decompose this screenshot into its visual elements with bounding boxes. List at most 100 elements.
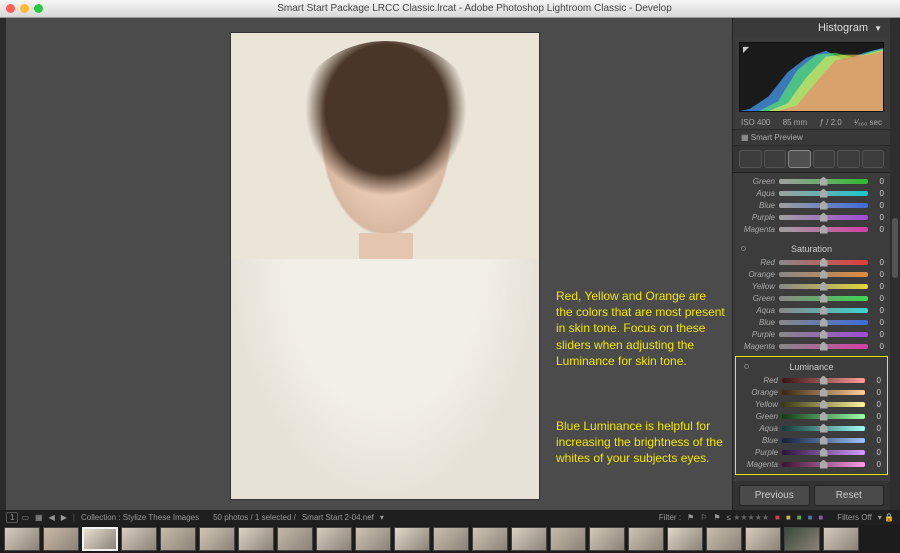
filmstrip-thumbnail[interactable] — [472, 527, 508, 551]
target-adjust-icon[interactable] — [744, 364, 749, 369]
slider-thumb-icon[interactable] — [820, 270, 828, 279]
saturation-slider-purple[interactable]: Purple0 — [739, 328, 884, 340]
smart-preview-badge[interactable]: ▦ Smart Preview — [733, 129, 890, 146]
filmstrip-thumbnail[interactable] — [121, 527, 157, 551]
slider-track[interactable] — [782, 426, 865, 431]
filmstrip-thumbnail[interactable] — [550, 527, 586, 551]
color-label-green-icon[interactable]: ■ — [797, 513, 802, 522]
slider-thumb-icon[interactable] — [820, 342, 828, 351]
hue-slider-blue[interactable]: Blue0 — [739, 199, 884, 211]
right-scrollbar[interactable] — [890, 18, 900, 510]
filmstrip-thumbnail[interactable] — [160, 527, 196, 551]
slider-thumb-icon[interactable] — [820, 436, 828, 445]
hue-slider-aqua[interactable]: Aqua0 — [739, 187, 884, 199]
flag-filter-rejected-icon[interactable]: ⚑ — [713, 513, 720, 522]
luminance-slider-aqua[interactable]: Aqua0 — [742, 422, 881, 434]
slider-track[interactable] — [779, 272, 868, 277]
filmstrip-thumbnail[interactable] — [316, 527, 352, 551]
flag-filter-unflagged-icon[interactable]: ⚐ — [700, 513, 707, 522]
filmstrip-thumbnail[interactable] — [628, 527, 664, 551]
luminance-slider-purple[interactable]: Purple0 — [742, 446, 881, 458]
slider-thumb-icon[interactable] — [820, 201, 828, 210]
slider-track[interactable] — [779, 320, 868, 325]
reset-button[interactable]: Reset — [814, 485, 885, 506]
slider-track[interactable] — [779, 227, 868, 232]
slider-thumb-icon[interactable] — [820, 330, 828, 339]
slider-thumb-icon[interactable] — [820, 376, 828, 385]
filmstrip-thumbnail[interactable] — [589, 527, 625, 551]
luminance-slider-magenta[interactable]: Magenta0 — [742, 458, 881, 470]
filmstrip[interactable] — [0, 525, 900, 553]
filmstrip-thumbnail[interactable] — [667, 527, 703, 551]
slider-track[interactable] — [779, 179, 868, 184]
color-label-blue-icon[interactable]: ■ — [808, 513, 813, 522]
slider-track[interactable] — [782, 450, 865, 455]
luminance-slider-green[interactable]: Green0 — [742, 410, 881, 422]
filmstrip-thumbnail[interactable] — [706, 527, 742, 551]
slider-track[interactable] — [782, 390, 865, 395]
slider-track[interactable] — [782, 402, 865, 407]
color-label-red-icon[interactable]: ■ — [775, 513, 780, 522]
close-window-button[interactable] — [6, 4, 15, 13]
slider-thumb-icon[interactable] — [820, 258, 828, 267]
slider-thumb-icon[interactable] — [820, 400, 828, 409]
filmstrip-thumbnail[interactable] — [355, 527, 391, 551]
filmstrip-thumbnail[interactable] — [277, 527, 313, 551]
histogram-panel-header[interactable]: Histogram▼ — [733, 18, 890, 38]
filmstrip-thumbnail[interactable] — [823, 527, 859, 551]
slider-thumb-icon[interactable] — [820, 294, 828, 303]
crop-tool[interactable] — [739, 150, 762, 168]
minimize-window-button[interactable] — [20, 4, 29, 13]
slider-track[interactable] — [782, 438, 865, 443]
radial-tool[interactable] — [837, 150, 860, 168]
zoom-window-button[interactable] — [34, 4, 43, 13]
slider-track[interactable] — [779, 284, 868, 289]
luminance-slider-blue[interactable]: Blue0 — [742, 434, 881, 446]
histogram-display[interactable]: ◤ — [739, 42, 884, 112]
slider-track[interactable] — [782, 378, 865, 383]
slider-thumb-icon[interactable] — [820, 448, 828, 457]
filters-off-label[interactable]: Filters Off — [837, 513, 872, 522]
saturation-slider-yellow[interactable]: Yellow0 — [739, 280, 884, 292]
slider-thumb-icon[interactable] — [820, 424, 828, 433]
filter-lock-icon[interactable]: ▾ 🔒 — [878, 513, 894, 522]
slider-track[interactable] — [779, 296, 868, 301]
filmstrip-thumbnail[interactable] — [82, 527, 118, 551]
slider-track[interactable] — [782, 414, 865, 419]
hue-slider-green[interactable]: Green0 — [739, 175, 884, 187]
filmstrip-thumbnail[interactable] — [43, 527, 79, 551]
luminance-slider-yellow[interactable]: Yellow0 — [742, 398, 881, 410]
previous-button[interactable]: Previous — [739, 485, 810, 506]
view-mode-badge[interactable]: 1 — [6, 512, 18, 523]
slider-track[interactable] — [779, 332, 868, 337]
saturation-slider-red[interactable]: Red0 — [739, 256, 884, 268]
color-label-purple-icon[interactable]: ■ — [818, 513, 823, 522]
hue-slider-magenta[interactable]: Magenta0 — [739, 223, 884, 235]
slider-thumb-icon[interactable] — [820, 213, 828, 222]
filmstrip-thumbnail[interactable] — [745, 527, 781, 551]
luminance-slider-orange[interactable]: Orange0 — [742, 386, 881, 398]
nav-forward-icon[interactable]: ▶ — [61, 513, 67, 522]
filename-dropdown-icon[interactable]: ▾ — [380, 513, 384, 522]
slider-track[interactable] — [779, 308, 868, 313]
slider-thumb-icon[interactable] — [820, 412, 828, 421]
filmstrip-thumbnail[interactable] — [199, 527, 235, 551]
hue-slider-purple[interactable]: Purple0 — [739, 211, 884, 223]
clipping-indicator-left-icon[interactable]: ◤ — [743, 45, 749, 54]
luminance-slider-red[interactable]: Red0 — [742, 374, 881, 386]
saturation-slider-orange[interactable]: Orange0 — [739, 268, 884, 280]
collection-breadcrumb[interactable]: Collection : Stylize These Images — [81, 513, 199, 522]
slider-track[interactable] — [779, 203, 868, 208]
saturation-slider-green[interactable]: Green0 — [739, 292, 884, 304]
main-photo-preview[interactable] — [230, 32, 540, 500]
brush-tool[interactable] — [862, 150, 885, 168]
secondary-display-icon[interactable]: ▭ — [21, 513, 29, 522]
filmstrip-thumbnail[interactable] — [511, 527, 547, 551]
filmstrip-thumbnail[interactable] — [394, 527, 430, 551]
current-filename[interactable]: Smart Start 2-04.nef — [302, 513, 374, 522]
target-adjust-icon[interactable] — [741, 246, 746, 251]
redeye-tool[interactable] — [788, 150, 811, 168]
slider-track[interactable] — [779, 344, 868, 349]
gradient-tool[interactable] — [813, 150, 836, 168]
slider-thumb-icon[interactable] — [820, 318, 828, 327]
